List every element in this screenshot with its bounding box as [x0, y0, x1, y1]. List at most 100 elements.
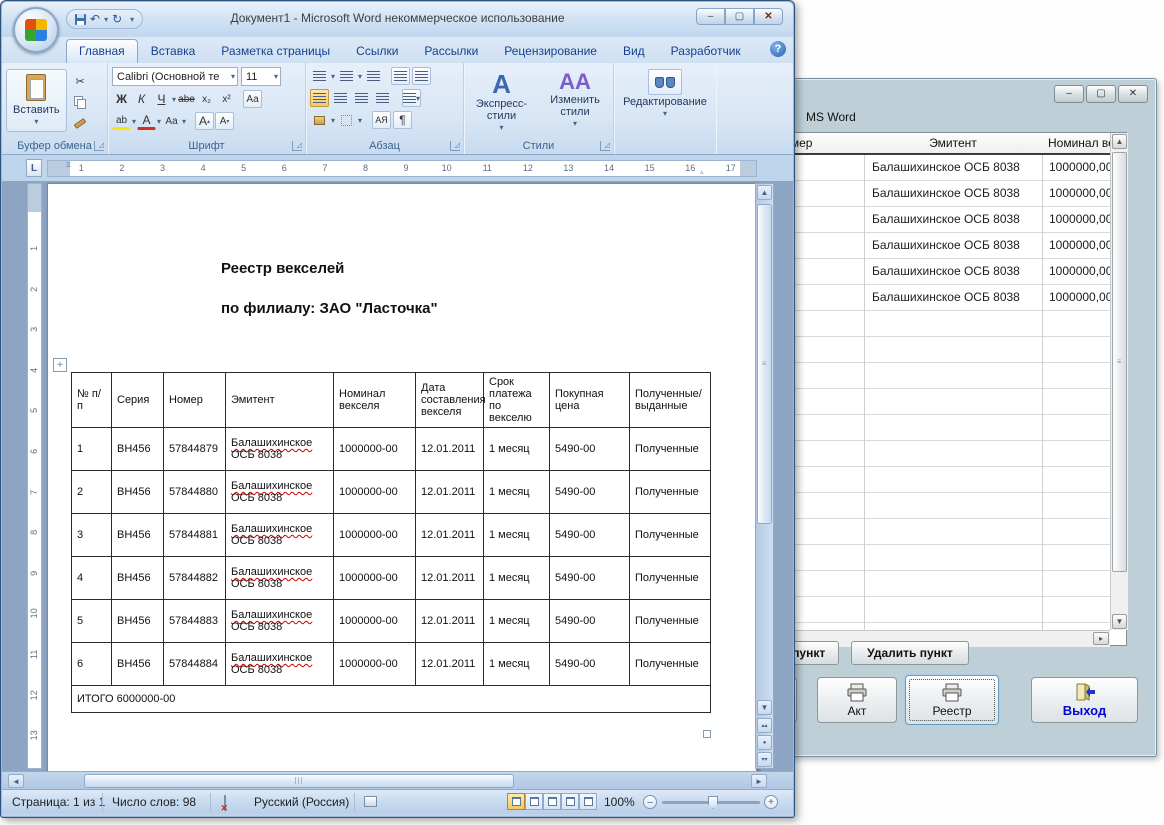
scroll-up-icon[interactable]: ▲: [1112, 134, 1127, 149]
proofing-errors-icon[interactable]: [224, 795, 226, 811]
vertical-scrollbar[interactable]: ▲ ≡ ▼ ▴▴ ● ▾▾: [755, 183, 774, 769]
tab-rassylki[interactable]: Рассылки: [411, 39, 491, 63]
tab-vstavka[interactable]: Вставка: [138, 39, 209, 63]
qat-customize-icon[interactable]: ▾: [130, 15, 134, 24]
superscript-button[interactable]: x²: [217, 90, 236, 108]
tab-vid[interactable]: Вид: [610, 39, 658, 63]
shading-dropdown-icon[interactable]: ▾: [331, 116, 335, 125]
tab-glavnaya[interactable]: Главная: [66, 39, 138, 63]
shrink-font-button[interactable]: А ▾: [215, 112, 235, 130]
column-header-emitent[interactable]: Эмитент: [864, 136, 1042, 150]
styles-dialog-launcher[interactable]: ◿: [600, 141, 610, 151]
minimize-button[interactable]: –: [1054, 84, 1084, 103]
font-color-dropdown-icon[interactable]: ▾: [157, 117, 161, 126]
justify-button[interactable]: [373, 89, 392, 107]
borders-icon[interactable]: [337, 111, 356, 129]
pilcrow-button[interactable]: ¶: [393, 111, 413, 129]
web-layout-view-button[interactable]: [543, 793, 561, 810]
undo-dropdown-icon[interactable]: ▾: [104, 15, 108, 24]
numbering-icon[interactable]: [337, 67, 356, 85]
indent-marker-left[interactable]: ⧖: [66, 162, 75, 170]
word-window[interactable]: Документ1 - Microsoft Word некоммерческо…: [0, 0, 795, 818]
subscript-button[interactable]: x₂: [197, 90, 216, 108]
column-header-nominal[interactable]: Номинал ве: [1048, 136, 1115, 150]
word-count[interactable]: Число слов: 98: [112, 795, 196, 809]
format-painter-icon[interactable]: [71, 114, 90, 132]
scrollbar-thumb[interactable]: ≡: [1112, 152, 1127, 572]
underline-dropdown-icon[interactable]: ▾: [172, 95, 176, 104]
zoom-out-icon[interactable]: –: [643, 795, 657, 809]
shading-bucket-icon[interactable]: [310, 111, 329, 129]
print-layout-view-button[interactable]: [507, 793, 525, 810]
font-dialog-launcher[interactable]: ◿: [292, 141, 302, 151]
save-icon[interactable]: [75, 13, 86, 25]
align-right-button[interactable]: [352, 89, 371, 107]
font-name-combo[interactable]: Calibri (Основной те ▾: [112, 67, 238, 86]
multilevel-list-icon[interactable]: [364, 67, 383, 85]
grow-font-button[interactable]: А ▴: [195, 112, 215, 130]
quick-styles-button[interactable]: A Экспресс-стили ▾: [468, 69, 535, 134]
clipboard-dialog-launcher[interactable]: ◿: [94, 141, 104, 151]
align-center-button[interactable]: [331, 89, 350, 107]
scrollbar-thumb[interactable]: |||: [84, 774, 514, 788]
font-size-combo[interactable]: 11 ▾: [241, 67, 281, 86]
italic-button[interactable]: К: [132, 90, 151, 108]
change-styles-button[interactable]: AA Изменить стили ▾: [541, 69, 609, 134]
align-left-button[interactable]: [310, 89, 329, 107]
editing-button[interactable]: Редактирование ▾: [618, 67, 712, 120]
close-button[interactable]: ✕: [1118, 84, 1148, 103]
grid-vertical-scrollbar[interactable]: ▲ ≡ ▼: [1110, 133, 1128, 630]
paste-button[interactable]: Вставить ▾: [6, 69, 67, 132]
indent-marker-right[interactable]: ▵: [700, 168, 709, 176]
title-bar[interactable]: Документ1 - Microsoft Word некоммерческо…: [2, 2, 793, 37]
cut-icon[interactable]: ✂: [71, 72, 90, 90]
horizontal-scrollbar[interactable]: ◄ ||| ►: [2, 771, 793, 790]
scroll-left-icon[interactable]: ◄: [8, 774, 24, 788]
macro-recording-icon[interactable]: [364, 796, 377, 807]
next-page-icon[interactable]: ▾▾: [757, 752, 772, 767]
document-page[interactable]: Реестр векселей по филиалу: ЗАО "Ласточк…: [47, 183, 757, 771]
table-resize-handle[interactable]: [703, 730, 711, 738]
tab-ssylki[interactable]: Ссылки: [343, 39, 411, 63]
tab-razmetka[interactable]: Разметка страницы: [208, 39, 343, 63]
language-indicator[interactable]: Русский (Россия): [254, 795, 349, 809]
strikethrough-button[interactable]: abe: [177, 90, 196, 108]
act-button[interactable]: Акт: [817, 677, 897, 723]
highlight-button[interactable]: ab: [112, 112, 131, 130]
bullets-dropdown-icon[interactable]: ▾: [331, 72, 335, 81]
scroll-down-icon[interactable]: ▼: [1112, 614, 1127, 629]
scroll-right-icon[interactable]: ►: [751, 774, 767, 788]
undo-icon[interactable]: ↶: [90, 13, 100, 25]
copy-icon[interactable]: [71, 93, 90, 111]
page-indicator[interactable]: Страница: 1 из 1: [12, 795, 105, 809]
tab-razrabotchik[interactable]: Разработчик: [658, 39, 754, 63]
bullets-icon[interactable]: [310, 67, 329, 85]
change-case-button[interactable]: Аа: [162, 112, 181, 130]
scroll-up-icon[interactable]: ▲: [757, 185, 772, 200]
line-spacing-button[interactable]: ▾: [402, 89, 422, 107]
change-case-dropdown-icon[interactable]: ▾: [182, 117, 186, 126]
highlight-dropdown-icon[interactable]: ▾: [132, 117, 136, 126]
decrease-indent-icon[interactable]: [391, 67, 411, 85]
zoom-slider-track[interactable]: [662, 796, 760, 809]
registry-button[interactable]: Реестр: [905, 675, 999, 725]
maximize-button[interactable]: ▢: [725, 8, 754, 25]
close-button[interactable]: ✕: [754, 8, 783, 25]
maximize-button[interactable]: ▢: [1086, 84, 1116, 103]
paragraph-dialog-launcher[interactable]: ◿: [450, 141, 460, 151]
zoom-slider-thumb[interactable]: [708, 796, 718, 809]
exit-button[interactable]: Выход: [1031, 677, 1138, 723]
tab-selector[interactable]: L: [26, 159, 42, 177]
sort-button[interactable]: АЯ: [372, 111, 392, 129]
bold-button[interactable]: Ж: [112, 90, 131, 108]
font-color-button[interactable]: А: [137, 112, 157, 130]
increase-indent-icon[interactable]: [412, 67, 432, 85]
scroll-right-icon[interactable]: ▸: [1093, 632, 1109, 645]
minimize-button[interactable]: –: [696, 8, 725, 25]
underline-button[interactable]: Ч: [152, 90, 171, 108]
zoom-in-icon[interactable]: +: [764, 795, 778, 809]
help-button[interactable]: ?: [770, 41, 786, 57]
borders-dropdown-icon[interactable]: ▾: [358, 116, 362, 125]
outline-view-button[interactable]: [561, 793, 579, 810]
previous-page-icon[interactable]: ▴▴: [757, 718, 772, 733]
